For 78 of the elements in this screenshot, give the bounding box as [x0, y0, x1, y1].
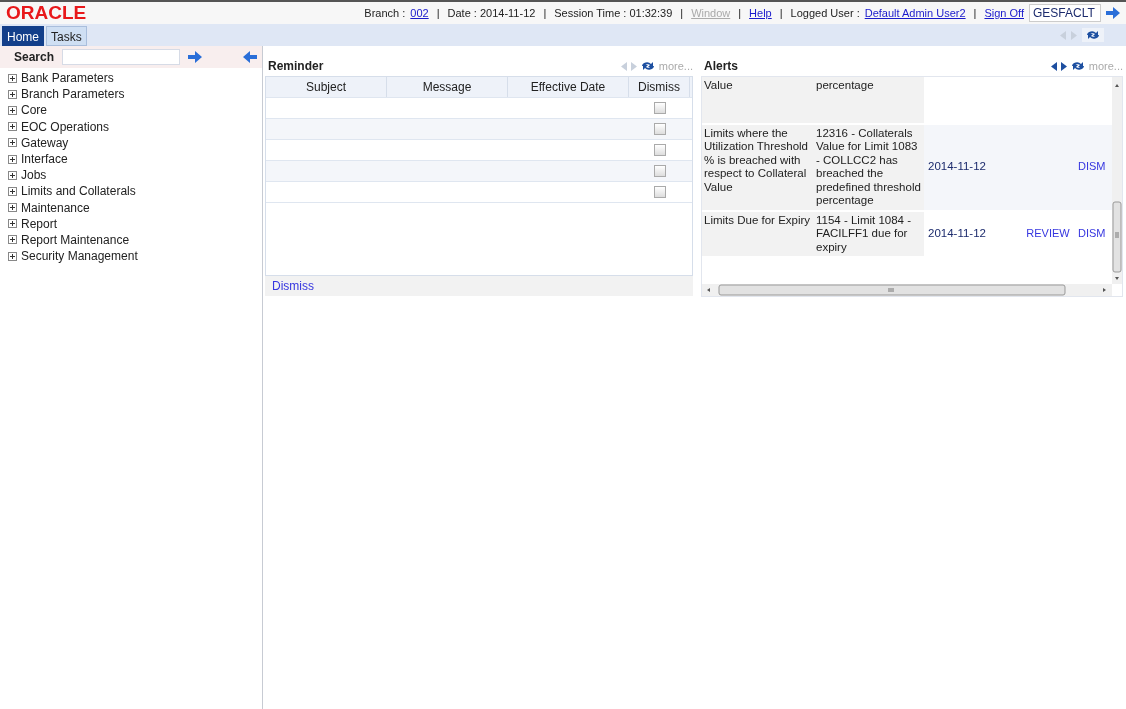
previous-icon[interactable] [1050, 61, 1057, 71]
table-cell: Limits Due for Expiry [702, 211, 814, 256]
table-cell: Limits where the Utilization Threshold % is breached with respect to Collateral Value [702, 124, 814, 210]
search-arrow-icon[interactable] [188, 51, 203, 63]
plus-icon[interactable] [8, 170, 17, 180]
plus-icon[interactable] [8, 122, 17, 132]
function-id-field[interactable]: GESFACLT [1029, 4, 1101, 22]
panel-title: Alerts [703, 59, 738, 73]
header-link[interactable]: Sign Off [984, 7, 1024, 19]
table-cell: 1154 - Limit 1084 - FACILFF1 due for expiry [814, 211, 924, 256]
header-info: Date : 2014-11-12 [447, 7, 536, 19]
separator: | [543, 7, 547, 19]
menu-item[interactable]: Core [21, 103, 47, 118]
tab[interactable]: Tasks [46, 26, 87, 46]
column-header: Message [387, 77, 508, 97]
dismiss-link[interactable]: DISM [1078, 227, 1106, 239]
tab[interactable]: Home [2, 26, 44, 46]
menu-item[interactable]: Report [21, 216, 58, 231]
plus-icon[interactable] [8, 186, 17, 196]
plus-icon[interactable] [8, 251, 17, 261]
menu-item[interactable]: Bank Parameters [21, 71, 114, 86]
table-cell: 12316 - Collaterals Value for Limit 1083 - COLLCC2 has breached the predefined threshold percentage [814, 124, 924, 210]
checkbox[interactable] [653, 123, 666, 135]
separator: | [680, 7, 684, 19]
table-cell: Value [702, 77, 814, 123]
refresh-button[interactable] [1082, 28, 1104, 42]
plus-icon[interactable] [8, 203, 17, 213]
plus-icon[interactable] [8, 105, 17, 115]
column-header: Effective Date [508, 77, 629, 97]
menu-item[interactable]: Maintenance [21, 200, 90, 215]
header-link[interactable]: Default Admin User2 [864, 7, 966, 19]
review-link[interactable]: REVIEW [1026, 227, 1070, 239]
panel-title: Reminder [267, 59, 324, 73]
plus-icon[interactable] [8, 235, 17, 245]
date-cell: 2014-11-12 [928, 227, 986, 239]
plus-icon[interactable] [8, 138, 17, 148]
menu-item[interactable]: Gateway [21, 135, 69, 150]
column-header: Dismiss [629, 77, 690, 97]
date-cell: 2014-11-12 [928, 160, 986, 173]
search-label: Search [14, 50, 55, 64]
oracle-logo: ORACLE [6, 2, 87, 24]
separator: | [738, 7, 742, 19]
go-arrow-icon[interactable] [1106, 7, 1120, 19]
header-link[interactable]: Help [749, 7, 772, 19]
menu-item[interactable]: Branch Parameters [21, 87, 125, 102]
separator: | [436, 7, 440, 19]
next-icon[interactable] [1060, 61, 1067, 71]
field-label: Branch : [364, 7, 406, 19]
refresh-icon[interactable] [1070, 61, 1085, 71]
menu-item[interactable]: Limits and Collaterals [21, 184, 136, 199]
field-label: Logged User : [790, 7, 860, 19]
separator: | [973, 7, 977, 19]
plus-icon[interactable] [8, 89, 17, 99]
checkbox[interactable] [653, 144, 666, 156]
menu-item[interactable]: EOC Operations [21, 119, 110, 134]
menu-item[interactable]: Report Maintenance [21, 232, 130, 247]
header-link[interactable]: 002 [410, 7, 429, 19]
vertical-scrollbar[interactable] [1112, 77, 1122, 284]
plus-icon[interactable] [8, 73, 17, 83]
column-header: Subject [266, 77, 387, 97]
collapse-arrow-icon[interactable] [243, 51, 257, 63]
refresh-icon[interactable] [640, 61, 655, 71]
checkbox[interactable] [653, 186, 666, 198]
refresh-icon[interactable] [1086, 30, 1100, 40]
plus-icon[interactable] [8, 219, 17, 229]
plus-icon[interactable] [8, 154, 17, 164]
dismiss-link[interactable]: Dismiss [272, 279, 314, 293]
dismiss-link[interactable]: DISM [1078, 160, 1106, 173]
menu-item[interactable]: Jobs [21, 168, 47, 183]
table-cell: percentage [814, 77, 924, 123]
menu-item[interactable]: Security Management [21, 249, 138, 264]
header-info: Session Time : 01:32:39 [554, 7, 673, 19]
search-field[interactable] [62, 49, 181, 65]
menu-item[interactable]: Interface [21, 152, 68, 167]
checkbox[interactable] [653, 165, 666, 177]
checkbox[interactable] [653, 102, 666, 114]
separator: | [779, 7, 783, 19]
horizontal-scrollbar[interactable] [702, 284, 1112, 296]
